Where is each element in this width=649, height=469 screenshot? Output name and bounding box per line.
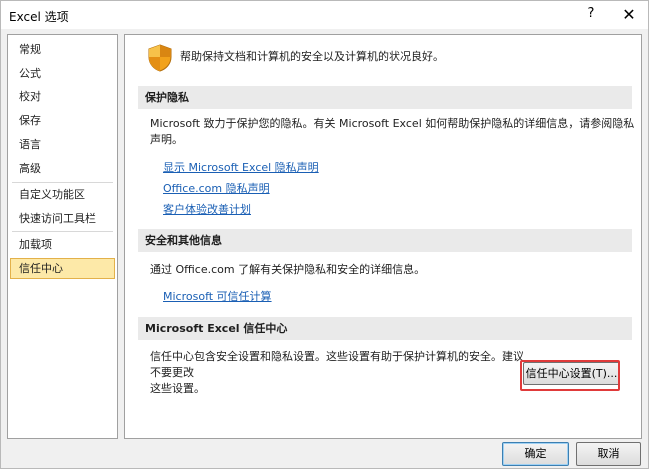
privacy-text-line: 声明。 bbox=[150, 133, 183, 146]
shield-icon bbox=[148, 44, 172, 72]
security-description: 通过 Office.com 了解有关保护隐私和安全的详细信息。 bbox=[150, 263, 426, 276]
sidebar-item-language[interactable]: 语言 bbox=[10, 134, 115, 155]
sidebar-item-advanced[interactable]: 高级 bbox=[10, 158, 115, 179]
security-section-header: 安全和其他信息 bbox=[138, 229, 632, 252]
sidebar-item-general[interactable]: 常规 bbox=[10, 39, 115, 60]
sidebar-item-quick-access-toolbar[interactable]: 快速访问工具栏 bbox=[10, 208, 115, 229]
privacy-description: Microsoft 致力于保护您的隐私。有关 Microsoft Excel 如… bbox=[150, 116, 634, 148]
cancel-button[interactable]: 取消 bbox=[576, 442, 641, 466]
sidebar-item-customize-ribbon[interactable]: 自定义功能区 bbox=[10, 184, 115, 205]
sidebar-item-add-ins[interactable]: 加载项 bbox=[10, 234, 115, 255]
trust-center-text-line: 信任中心包含安全设置和隐私设置。这些设置有助于保护计算机的安全。建议 bbox=[150, 350, 524, 363]
trust-center-settings-button[interactable]: 信任中心设置(T)... bbox=[523, 362, 620, 385]
link-trustworthy-computing[interactable]: Microsoft 可信任计算 bbox=[163, 288, 272, 304]
sidebar-item-save[interactable]: 保存 bbox=[10, 110, 115, 131]
link-customer-experience-program[interactable]: 客户体验改善计划 bbox=[163, 201, 251, 217]
privacy-text-line: Microsoft 致力于保护您的隐私。有关 Microsoft Excel 如… bbox=[150, 117, 635, 130]
trust-center-section-header: Microsoft Excel 信任中心 bbox=[138, 317, 632, 340]
privacy-section-header: 保护隐私 bbox=[138, 86, 632, 109]
close-button[interactable]: ✕ bbox=[618, 4, 640, 26]
ok-button[interactable]: 确定 bbox=[502, 442, 569, 466]
options-sidebar: 常规 公式 校对 保存 语言 高级 自定义功能区 快速访问工具栏 加载项 信任中… bbox=[7, 34, 118, 439]
sidebar-item-formulas[interactable]: 公式 bbox=[10, 63, 115, 84]
title-bar: Excel 选项 ? ✕ bbox=[1, 1, 648, 29]
dialog-title: Excel 选项 bbox=[9, 10, 69, 24]
sidebar-item-proofing[interactable]: 校对 bbox=[10, 86, 115, 107]
sidebar-item-trust-center[interactable]: 信任中心 bbox=[10, 258, 115, 279]
panel-intro-text: 帮助保持文档和计算机的安全以及计算机的状况良好。 bbox=[180, 50, 444, 63]
link-excel-privacy-statement[interactable]: 显示 Microsoft Excel 隐私声明 bbox=[163, 159, 319, 175]
trust-center-text-line: 这些设置。 bbox=[150, 382, 205, 395]
help-button[interactable]: ? bbox=[583, 6, 599, 24]
sidebar-divider bbox=[12, 182, 113, 183]
trust-center-panel: 帮助保持文档和计算机的安全以及计算机的状况良好。 保护隐私 Microsoft … bbox=[124, 34, 642, 439]
trust-center-description: 信任中心包含安全设置和隐私设置。这些设置有助于保护计算机的安全。建议 不要更改 … bbox=[150, 349, 524, 397]
sidebar-divider bbox=[12, 231, 113, 232]
excel-options-dialog: Excel 选项 ? ✕ 常规 公式 校对 保存 语言 高级 自定义功能区 快速… bbox=[0, 0, 649, 469]
link-office-privacy-statement[interactable]: Office.com 隐私声明 bbox=[163, 180, 270, 196]
trust-center-text-line: 不要更改 bbox=[150, 366, 194, 379]
